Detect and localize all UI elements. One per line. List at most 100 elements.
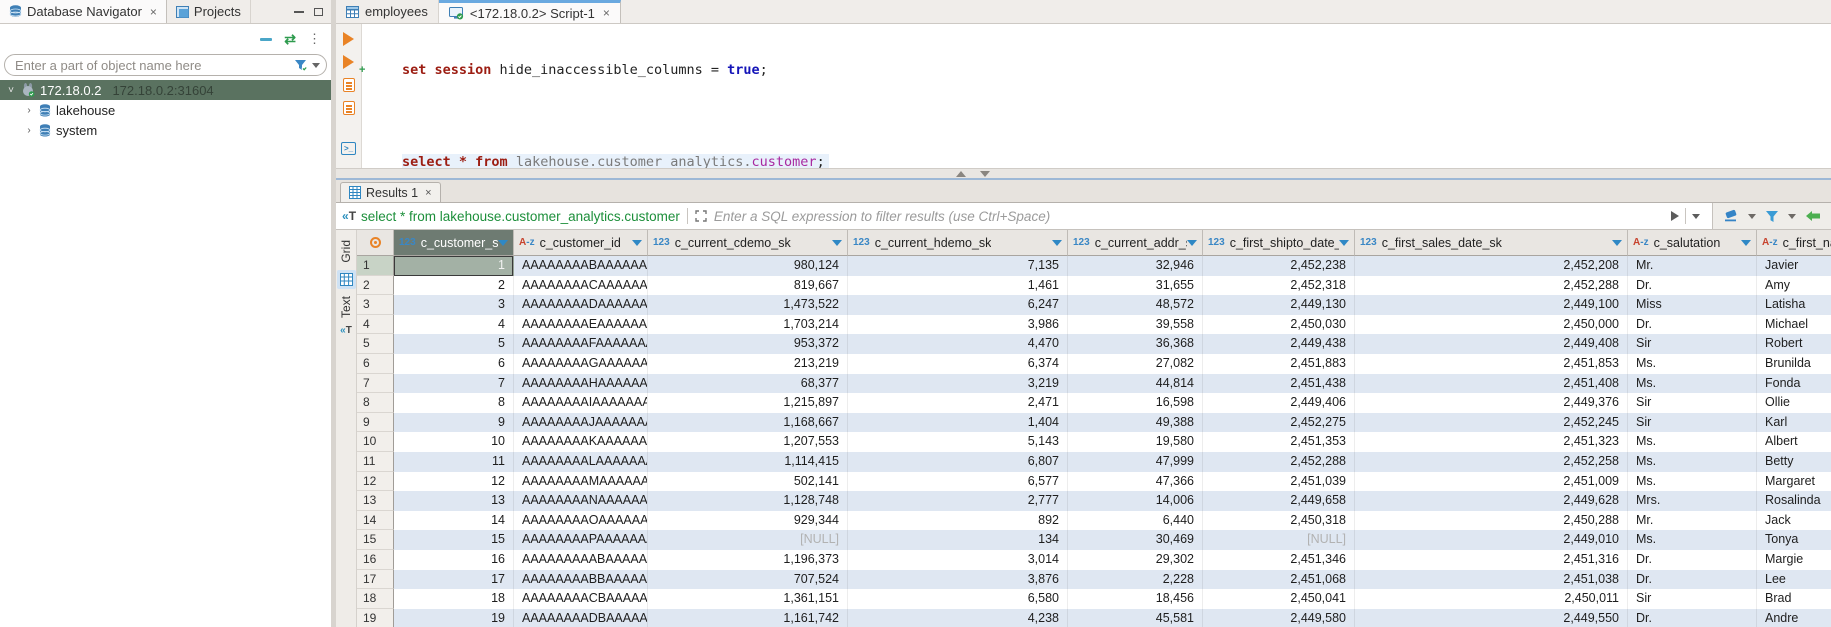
col-header-c_salutation[interactable]: A-zc_salutation [1628, 230, 1757, 256]
grid-cell[interactable]: 1,161,742 [648, 609, 848, 627]
grid-cell[interactable]: 953,372 [648, 334, 848, 354]
column-dropdown-icon[interactable] [832, 240, 842, 246]
grid-cell[interactable]: 1,128,748 [648, 491, 848, 511]
grid-cell[interactable]: 16,598 [1068, 393, 1203, 413]
chevron-down-icon[interactable] [1748, 214, 1756, 219]
grid-cell[interactable]: 2,449,438 [1203, 334, 1355, 354]
grid-cell[interactable]: 2,451,408 [1355, 374, 1628, 394]
grid-cell[interactable]: 2,449,550 [1355, 609, 1628, 627]
grid-cell[interactable]: 1,196,373 [648, 550, 848, 570]
column-dropdown-icon[interactable] [632, 240, 642, 246]
grid-cell[interactable]: Margaret [1757, 472, 1831, 492]
grid-cell[interactable]: 929,344 [648, 511, 848, 531]
view-tab-text-label[interactable]: Text [339, 296, 353, 318]
view-tab-grid-label[interactable]: Grid [339, 240, 353, 263]
grid-cell[interactable]: 1,361,151 [648, 589, 848, 609]
grid-cell[interactable]: 45,581 [1068, 609, 1203, 627]
grid-cell[interactable]: Tonya [1757, 530, 1831, 550]
grid-cell[interactable]: 2,451,316 [1355, 550, 1628, 570]
grid-cell[interactable]: 819,667 [648, 276, 848, 296]
grid-cell[interactable]: 502,141 [648, 472, 848, 492]
grid-cell[interactable]: 10 [394, 432, 514, 452]
row-number[interactable]: 7 [357, 374, 394, 394]
col-header-c_first_shipto_date_sk[interactable]: 123c_first_shipto_date_sk [1203, 230, 1355, 256]
grid-cell[interactable]: Ms. [1628, 452, 1757, 472]
grid-cell[interactable]: 7,135 [848, 256, 1068, 276]
grid-cell[interactable]: 7 [394, 374, 514, 394]
row-number[interactable]: 17 [357, 570, 394, 590]
grid-cell[interactable]: AAAAAAAAEAAAAAAA [514, 315, 648, 335]
grid-cell[interactable]: 47,366 [1068, 472, 1203, 492]
grid-cell[interactable]: 2,451,353 [1203, 432, 1355, 452]
grid-cell[interactable]: AAAAAAAADBAAAAAA [514, 609, 648, 627]
grid-cell[interactable]: AAAAAAAAPAAAAAAA [514, 530, 648, 550]
grid-cell[interactable]: 134 [848, 530, 1068, 550]
grid-cell[interactable]: 47,999 [1068, 452, 1203, 472]
grid-cell[interactable]: 2,450,011 [1355, 589, 1628, 609]
filter-funnel-icon[interactable] [1765, 210, 1779, 223]
grid-cell[interactable]: 2,777 [848, 491, 1068, 511]
column-dropdown-icon[interactable] [1741, 240, 1751, 246]
grid-cell[interactable]: 2,449,628 [1355, 491, 1628, 511]
grid-cell[interactable]: Sir [1628, 413, 1757, 433]
grid-cell[interactable]: Sir [1628, 589, 1757, 609]
grid-cell[interactable]: Dr. [1628, 609, 1757, 627]
filter-history-icon[interactable] [1692, 214, 1700, 219]
apply-filter-icon[interactable] [1671, 211, 1679, 221]
grid-cell[interactable]: 2,450,000 [1355, 315, 1628, 335]
grid-cell[interactable]: 6,374 [848, 354, 1068, 374]
grid-cell[interactable]: 2,449,406 [1203, 393, 1355, 413]
column-dropdown-icon[interactable] [498, 240, 508, 246]
grid-cell[interactable]: 2,450,041 [1203, 589, 1355, 609]
grid-cell[interactable]: [NULL] [648, 530, 848, 550]
col-header-c_current_addr_sk[interactable]: 123c_current_addr_sk [1068, 230, 1203, 256]
grid-cell[interactable]: AAAAAAAAFAAAAAAA [514, 334, 648, 354]
grid-cell[interactable]: Javier [1757, 256, 1831, 276]
grid-cell[interactable]: Ms. [1628, 472, 1757, 492]
close-icon[interactable]: × [425, 187, 431, 199]
close-icon[interactable]: × [150, 5, 157, 19]
execute-statement-icon[interactable] [343, 32, 354, 46]
grid-cell[interactable]: 3,014 [848, 550, 1068, 570]
grid-cell[interactable]: Miss [1628, 295, 1757, 315]
grid-cell[interactable]: AAAAAAAANAAAAAAA [514, 491, 648, 511]
grid-cell[interactable]: Mrs. [1628, 491, 1757, 511]
grid-cell[interactable]: 2,451,323 [1355, 432, 1628, 452]
chevron-down-icon[interactable] [1788, 214, 1796, 219]
row-number[interactable]: 1 [357, 256, 394, 276]
row-number[interactable]: 2 [357, 276, 394, 296]
grid-cell[interactable]: 11 [394, 452, 514, 472]
grid-cell[interactable]: Fonda [1757, 374, 1831, 394]
grid-cell[interactable]: 8 [394, 393, 514, 413]
eraser-icon[interactable] [1723, 209, 1739, 223]
grid-cell[interactable]: 44,814 [1068, 374, 1203, 394]
collapse-all-icon[interactable] [260, 38, 272, 41]
grid-cell[interactable]: Amy [1757, 276, 1831, 296]
grid-cell[interactable]: 1,404 [848, 413, 1068, 433]
tree-item-connection[interactable]: ˅ 172.18.0.2 172.18.0.2:31604 [0, 80, 331, 100]
col-header-c_customer_id[interactable]: A-zc_customer_id [514, 230, 648, 256]
grid-cell[interactable]: AAAAAAAAOAAAAAAA [514, 511, 648, 531]
grid-cell[interactable]: 2,449,580 [1203, 609, 1355, 627]
tree-item-system[interactable]: › system [0, 120, 331, 140]
view-menu-icon[interactable]: ⋮ [308, 31, 321, 47]
grid-cell[interactable]: 2,451,853 [1355, 354, 1628, 374]
view-tab-grid[interactable] [337, 270, 356, 289]
grid-cell[interactable]: Rosalinda [1757, 491, 1831, 511]
grid-cell[interactable]: Ms. [1628, 374, 1757, 394]
grid-cell[interactable]: Ollie [1757, 393, 1831, 413]
grid-cell[interactable]: 6,580 [848, 589, 1068, 609]
row-number[interactable]: 12 [357, 472, 394, 492]
grid-cell[interactable]: 2,451,068 [1203, 570, 1355, 590]
grid-cell[interactable]: 892 [848, 511, 1068, 531]
grid-cell[interactable]: 14,006 [1068, 491, 1203, 511]
grid-cell[interactable]: [NULL] [1203, 530, 1355, 550]
text-view-icon[interactable]: «T [340, 325, 352, 336]
grid-cell[interactable]: Michael [1757, 315, 1831, 335]
grid-cell[interactable]: Betty [1757, 452, 1831, 472]
grid-corner-header[interactable] [357, 230, 394, 256]
grid-cell[interactable]: 2,451,346 [1203, 550, 1355, 570]
grid-cell[interactable]: Ms. [1628, 530, 1757, 550]
grid-cell[interactable]: 1,215,897 [648, 393, 848, 413]
grid-cell[interactable]: Robert [1757, 334, 1831, 354]
